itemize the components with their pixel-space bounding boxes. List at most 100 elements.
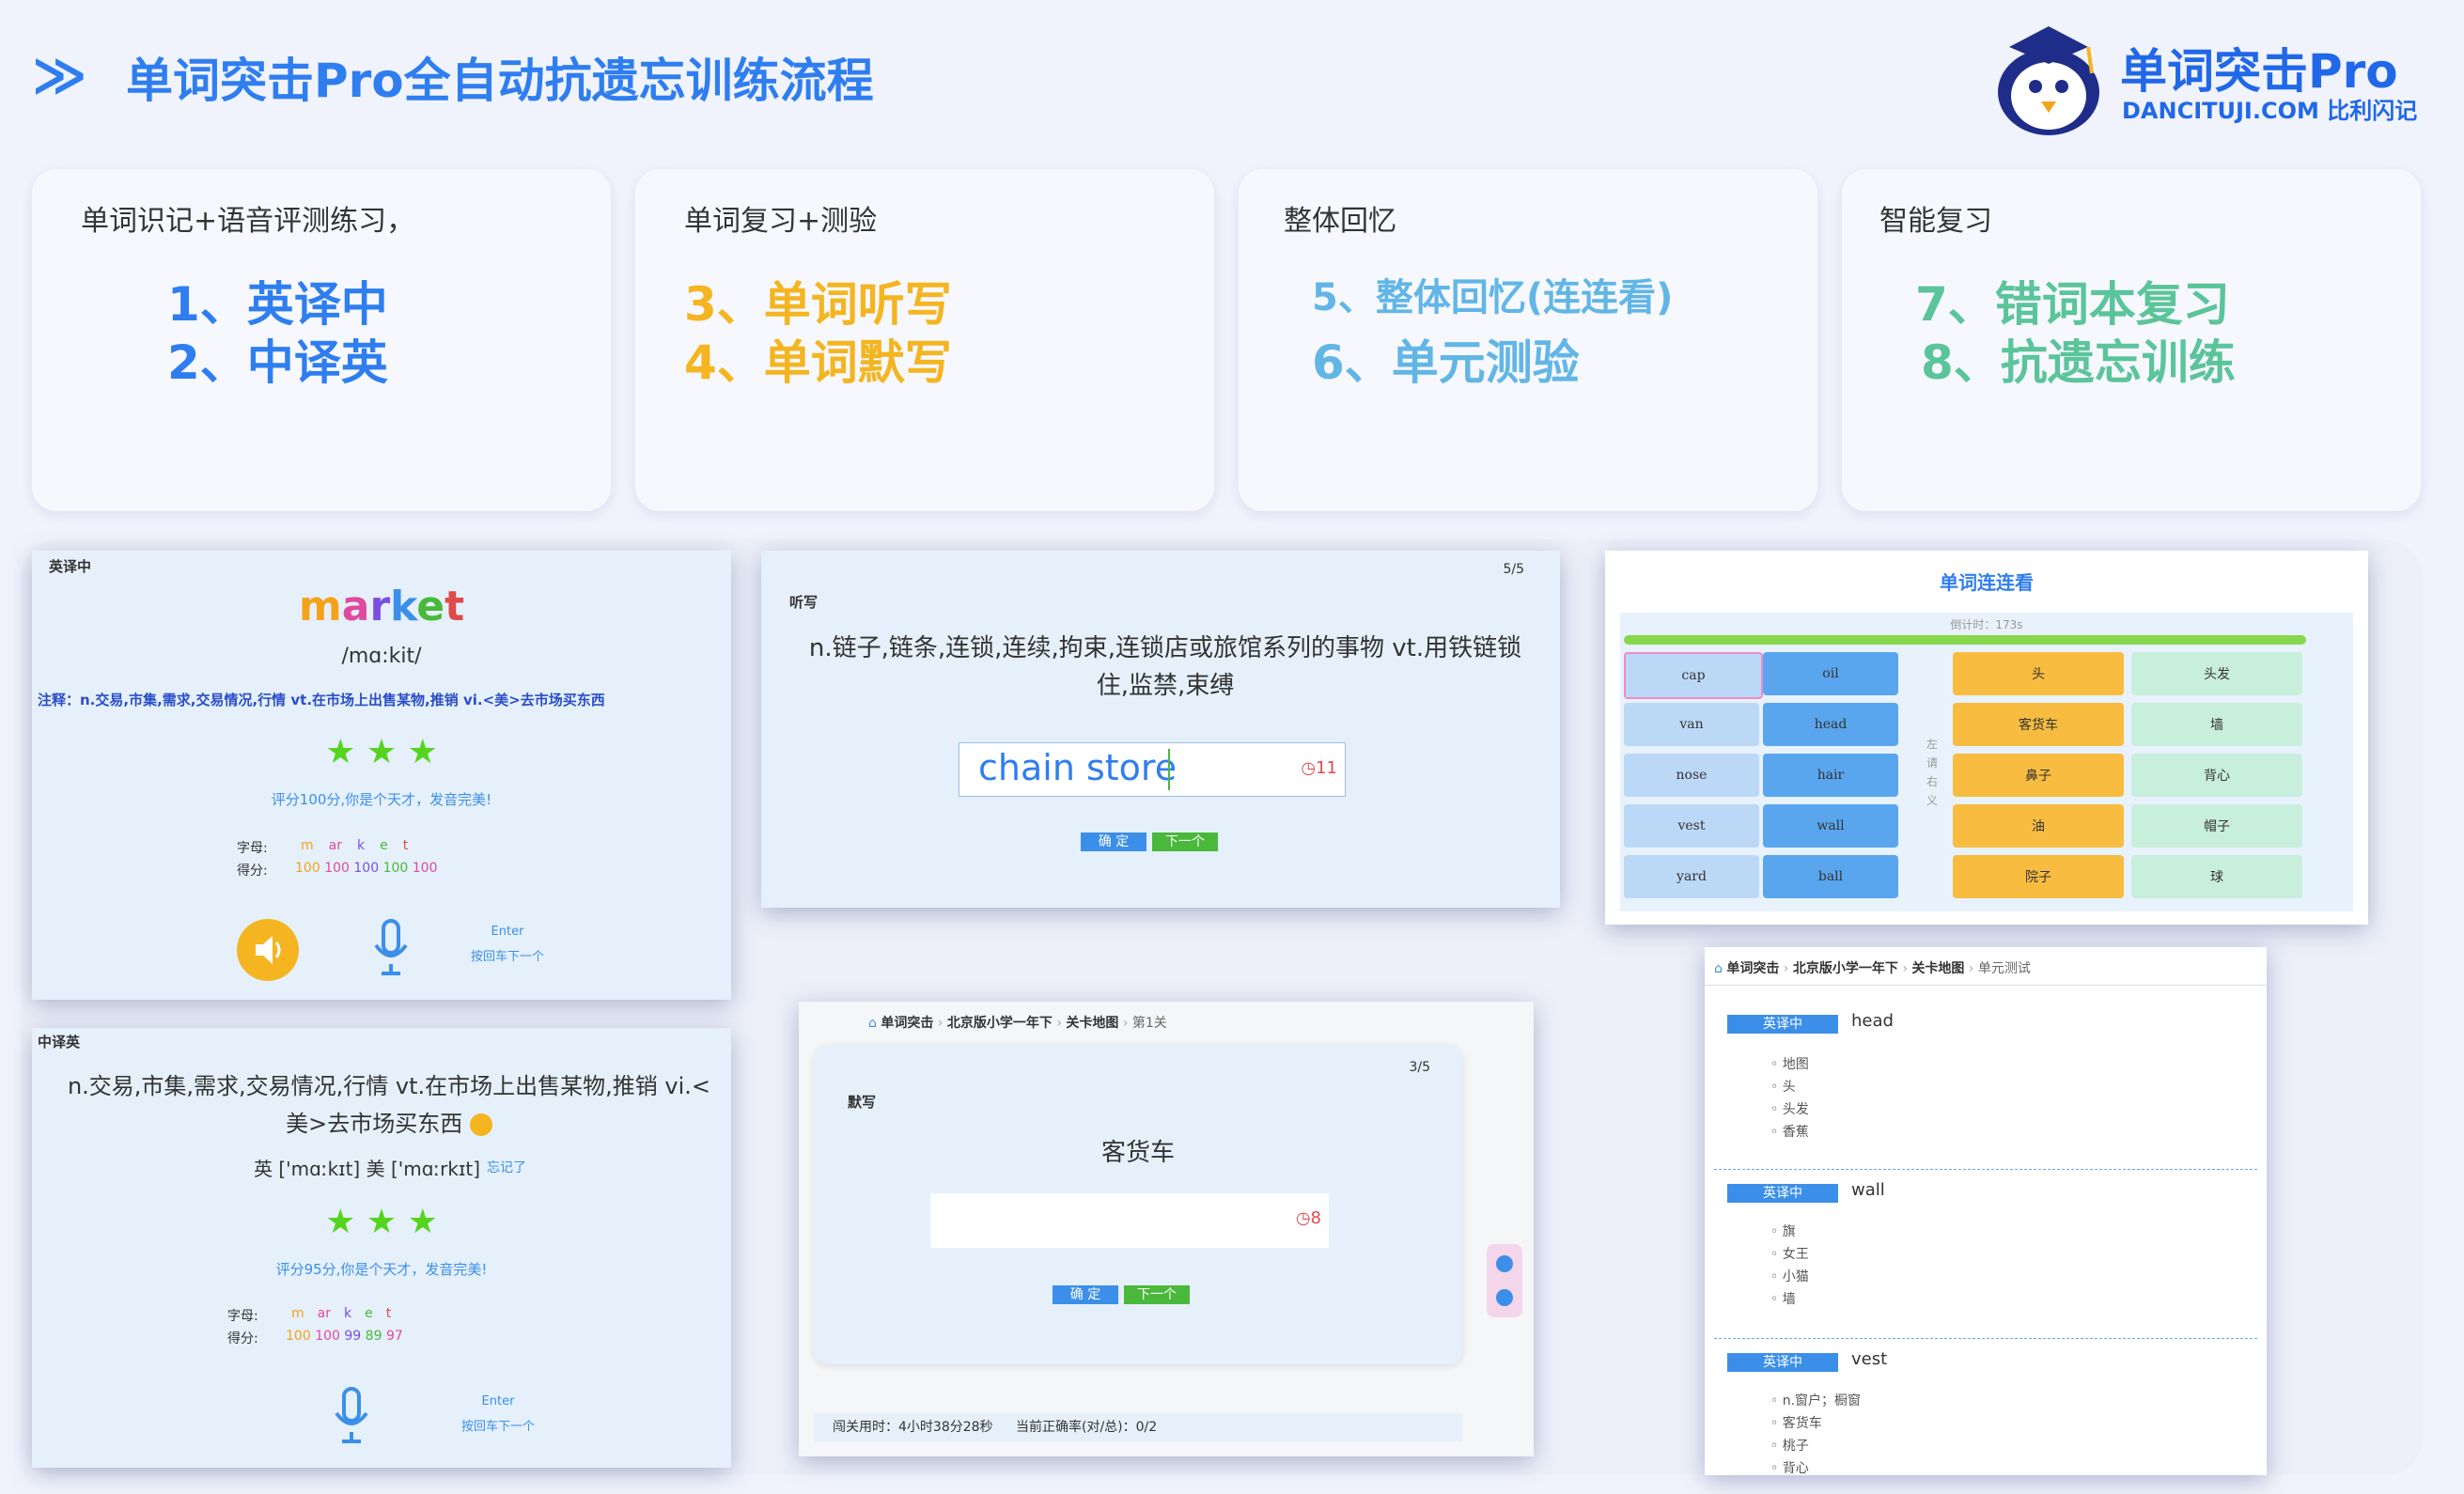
speaker-button[interactable] xyxy=(237,919,299,981)
meaning-tile[interactable]: 客货车 xyxy=(1953,703,2124,746)
breadcrumb: ⌂ 单词突击 › 北京版小学一年下 › 关卡地图 › 单元测试 xyxy=(1714,961,2031,976)
answer-input[interactable]: ◷8 xyxy=(930,1193,1329,1248)
game-title: 单词连连看 xyxy=(1940,571,2034,594)
answer-option[interactable]: ◦ 客货车 xyxy=(1770,1413,1822,1432)
step-card-3: 整体回忆 5、整体回忆(连连看) 6、单元测验 xyxy=(1239,169,1817,511)
question-card: 3/5 默写 客货车 ◷8 确 定 下一个 xyxy=(814,1045,1462,1364)
side-hint: 左 请 右 义 xyxy=(1926,738,1939,807)
meaning-tile[interactable]: 头 xyxy=(1953,652,2124,695)
meaning-tile[interactable]: 油 xyxy=(1953,804,2124,848)
meaning-tile[interactable]: 院子 xyxy=(1953,855,2124,898)
answer-option[interactable]: ◦ 地图 xyxy=(1770,1054,1809,1073)
breadcrumb-item[interactable]: 北京版小学一年下 xyxy=(947,1016,1053,1031)
meaning-text: n.链子,链条,连锁,连续,拘束,连锁店或旅馆系列的事物 vt.用铁链锁住,监禁… xyxy=(808,634,1522,700)
meaning-tile[interactable]: 帽子 xyxy=(2131,804,2302,848)
breadcrumb-item[interactable]: 北京版小学一年下 xyxy=(1793,961,1898,976)
answer-option[interactable]: ◦ 头发 xyxy=(1770,1099,1809,1118)
answer-input[interactable]: chain store ◷11 xyxy=(959,742,1346,797)
meaning-tile[interactable]: 鼻子 xyxy=(1953,754,2124,797)
answer-option[interactable]: ◦ n.窗户；橱窗 xyxy=(1770,1391,1861,1409)
meaning-tile[interactable]: 球 xyxy=(2131,855,2302,898)
step-card-4: 智能复习 7、错词本复习 8、抗遗忘训练 xyxy=(1842,169,2421,511)
word-tile[interactable]: head xyxy=(1763,703,1898,746)
word-tile[interactable]: ball xyxy=(1763,855,1898,898)
letters-label: 字母: xyxy=(227,1309,258,1324)
next-button[interactable]: 下一个 xyxy=(1152,833,1218,851)
word-tile[interactable]: hair xyxy=(1763,754,1898,797)
answer-option[interactable]: ◦ 女王 xyxy=(1770,1244,1809,1263)
double-chevron-icon: ≫ xyxy=(32,45,87,106)
answer-option[interactable]: ◦ 墙 xyxy=(1770,1289,1796,1308)
answer-option[interactable]: ◦ 桃子 xyxy=(1770,1436,1809,1455)
step-card-2: 单词复习+测验 3、单词听写 4、单词默写 xyxy=(635,169,1214,511)
answer-option[interactable]: ◦ 旗 xyxy=(1770,1222,1796,1240)
speaker-icon xyxy=(256,936,281,964)
word-tile[interactable]: wall xyxy=(1763,804,1898,848)
home-icon[interactable]: ⌂ xyxy=(868,1016,877,1031)
score-feedback: 评分95分,你是个天才，发音完美! xyxy=(275,1261,488,1278)
confirm-button[interactable]: 确 定 xyxy=(1053,1285,1118,1304)
confirm-button[interactable]: 确 定 xyxy=(1081,833,1146,851)
word-tile[interactable]: cap xyxy=(1624,652,1763,699)
question-word: head xyxy=(1851,1011,1894,1031)
card-title: 智能复习 xyxy=(1879,205,1992,238)
card-line: 6、单元测验 xyxy=(1312,335,1580,390)
meaning-tile[interactable]: 头发 xyxy=(2131,652,2302,695)
timer: ◷11 xyxy=(1301,758,1337,778)
mode-label: 中译英 xyxy=(38,1034,81,1050)
scores-label: 得分: xyxy=(227,1331,258,1346)
next-hint[interactable]: Enter 按回车下一个 xyxy=(451,1394,545,1434)
breadcrumb-item[interactable]: 单词突击 xyxy=(881,1016,933,1031)
tool-icon[interactable] xyxy=(1496,1289,1513,1306)
time-progress-bar xyxy=(1624,635,2306,645)
scores-row: 100 100 100 100 100 xyxy=(295,861,438,876)
phonetic: /mɑ:kit/ xyxy=(341,645,422,668)
microphone-button[interactable] xyxy=(370,917,412,983)
page-title: 单词突击Pro全自动抗遗忘训练流程 xyxy=(126,54,874,108)
card-line: 2、中译英 xyxy=(167,335,388,390)
card-line: 8、抗遗忘训练 xyxy=(1921,335,2236,390)
word-tile[interactable]: yard xyxy=(1624,855,1759,898)
side-tools xyxy=(1487,1244,1522,1317)
next-button[interactable]: 下一个 xyxy=(1124,1285,1190,1304)
question-word: wall xyxy=(1851,1180,1885,1200)
card-title: 单词识记+语音评测练习， xyxy=(81,205,415,238)
answer-option[interactable]: ◦ 小猫 xyxy=(1770,1267,1809,1285)
mode-label: 英译中 xyxy=(49,558,92,575)
breadcrumb-item[interactable]: 关卡地图 xyxy=(1911,961,1964,976)
microphone-icon xyxy=(374,919,408,975)
word-tile[interactable]: oil xyxy=(1763,652,1898,695)
answer-option[interactable]: ◦ 头 xyxy=(1770,1077,1796,1096)
word-tile[interactable]: van xyxy=(1624,703,1759,746)
question-type-tag: 英译中 xyxy=(1727,1015,1838,1034)
meaning-tile[interactable]: 背心 xyxy=(2131,754,2302,797)
breadcrumb-item[interactable]: 关卡地图 xyxy=(1066,1016,1118,1031)
speaker-icon[interactable] xyxy=(469,1113,492,1136)
breadcrumb-item[interactable]: 单词突击 xyxy=(1726,961,1779,976)
breadcrumb-item: 第1关 xyxy=(1131,1016,1167,1031)
word-tile[interactable]: nose xyxy=(1624,754,1759,797)
answer-option[interactable]: ◦ 背心 xyxy=(1770,1458,1809,1475)
zh-to-en-screen: 中译英 n.交易,市集,需求,交易情况,行情 vt.在市场上出售某物,推销 vi… xyxy=(32,1028,731,1468)
meaning-tile[interactable]: 墙 xyxy=(2131,703,2302,746)
breadcrumb: ⌂ 单词突击 › 北京版小学一年下 › 关卡地图 › 第1关 xyxy=(868,1016,1167,1031)
question-type-tag: 英译中 xyxy=(1727,1353,1838,1372)
answer-option[interactable]: ◦ 香蕉 xyxy=(1770,1122,1809,1141)
mode-label: 默写 xyxy=(848,1094,877,1111)
forgot-link[interactable]: 忘记了 xyxy=(487,1158,526,1176)
dictation-screen: 5/5 听写 n.链子,链条,连锁,连续,拘束,连锁店或旅馆系列的事物 vt.用… xyxy=(761,551,1560,908)
en-to-zh-screen: 英译中 market /mɑ:kit/ 注释：n.交易,市集,需求,交易情况,行… xyxy=(32,551,731,1000)
next-hint[interactable]: Enter 按回车下一个 xyxy=(460,925,554,964)
meaning-text: n.交易,市集,需求,交易情况,行情 vt.在市场上出售某物,推销 vi.<美>… xyxy=(67,1073,711,1137)
word-tile[interactable]: vest xyxy=(1624,804,1759,848)
breadcrumb-item: 单元测试 xyxy=(1977,961,2031,976)
rating-stars: ★ ★ ★ xyxy=(325,1203,438,1241)
home-icon[interactable]: ⌂ xyxy=(1714,961,1723,976)
score-feedback: 评分100分,你是个天才，发音完美! xyxy=(271,791,492,808)
scores-row: 100 100 99 89 97 xyxy=(286,1329,403,1344)
progress-counter: 5/5 xyxy=(1503,562,1524,577)
microphone-button[interactable] xyxy=(331,1385,372,1451)
status-footer: 闯关用时：4小时38分28秒 当前正确率(对/总)：0/2 xyxy=(814,1413,1462,1441)
tool-icon[interactable] xyxy=(1496,1255,1513,1272)
letters-row: m ar k e t xyxy=(291,1306,392,1321)
